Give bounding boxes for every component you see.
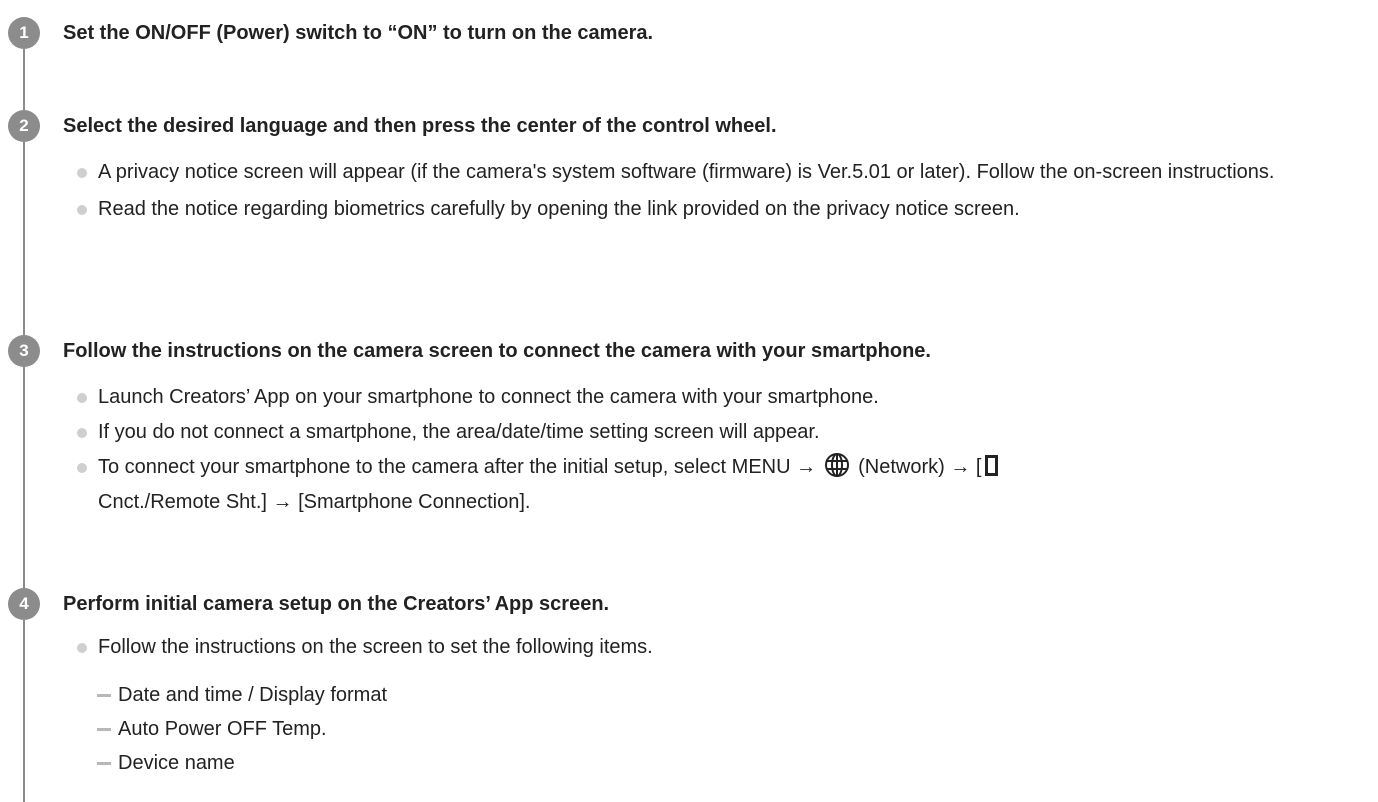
- bullet-icon: [77, 643, 87, 653]
- step-number-badge: 3: [8, 335, 40, 367]
- sub-list-item: Auto Power OFF Temp.: [97, 714, 387, 744]
- dash-icon: [97, 728, 111, 731]
- bullet-text: A privacy notice screen will appear (if …: [98, 161, 1275, 183]
- list-item: A privacy notice screen will appear (if …: [77, 157, 1367, 187]
- bullet-text: If you do not connect a smartphone, the …: [98, 421, 820, 443]
- bullet-icon: [77, 393, 87, 403]
- instruction-page: 1 Set the ON/OFF (Power) switch to “ON” …: [0, 0, 1378, 802]
- bullet-text: Follow the instructions on the screen to…: [98, 636, 653, 658]
- sub-list-item: Device name: [97, 748, 387, 778]
- step-title: Perform initial camera setup on the Crea…: [63, 593, 610, 615]
- bullet-icon: [77, 168, 87, 178]
- step-title: Set the ON/OFF (Power) switch to “ON” to…: [63, 22, 654, 44]
- bullet-list: Follow the instructions on the screen to…: [77, 632, 1367, 662]
- bullet-text: (Network) → [: [858, 456, 982, 478]
- step-number-badge: 4: [8, 588, 40, 620]
- bullet-icon: [77, 463, 87, 473]
- sub-item-text: Auto Power OFF Temp.: [118, 718, 327, 740]
- bullet-list: Launch Creators’ App on your smartphone …: [77, 382, 1367, 517]
- bullet-list: A privacy notice screen will appear (if …: [77, 157, 1367, 224]
- list-item: To connect your smartphone to the camera…: [77, 452, 1367, 517]
- dash-icon: [97, 762, 111, 765]
- list-item: Launch Creators’ App on your smartphone …: [77, 382, 1367, 412]
- step-title: Select the desired language and then pre…: [63, 115, 777, 137]
- list-item: Follow the instructions on the screen to…: [77, 632, 1367, 662]
- step-number-badge: 1: [8, 17, 40, 49]
- step-number-badge: 2: [8, 110, 40, 142]
- smartphone-icon: [985, 455, 999, 476]
- sub-item-text: Date and time / Display format: [118, 684, 387, 706]
- bullet-text: Launch Creators’ App on your smartphone …: [98, 386, 879, 408]
- dash-icon: [97, 694, 111, 697]
- sub-item-text: Device name: [118, 752, 235, 774]
- bullet-text: Cnct./Remote Sht.] → [Smartphone Connect…: [98, 491, 531, 513]
- sub-list-item: Date and time / Display format: [97, 680, 387, 710]
- step-title: Follow the instructions on the camera sc…: [63, 340, 931, 362]
- globe-icon: [824, 452, 850, 487]
- step-connector-line: [23, 34, 25, 802]
- bullet-text: To connect your smartphone to the camera…: [98, 456, 817, 478]
- bullet-text: Read the notice regarding biometrics car…: [98, 198, 1020, 220]
- sub-item-list: Date and time / Display format Auto Powe…: [97, 680, 387, 778]
- list-item: If you do not connect a smartphone, the …: [77, 417, 1367, 447]
- bullet-icon: [77, 205, 87, 215]
- bullet-icon: [77, 428, 87, 438]
- list-item: Read the notice regarding biometrics car…: [77, 194, 1367, 224]
